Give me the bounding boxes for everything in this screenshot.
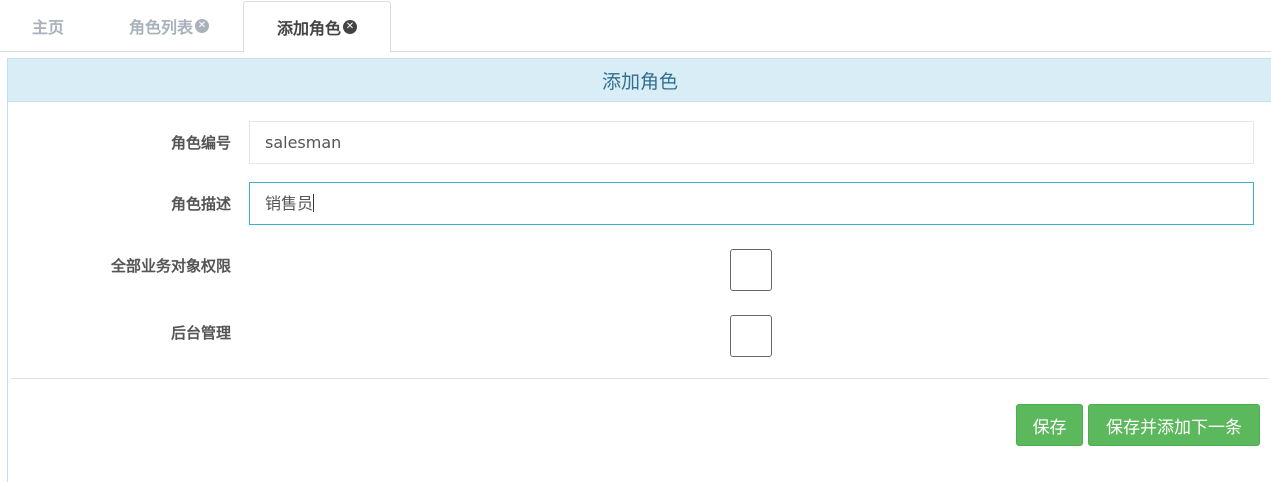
- role-code-label: 角色编号: [170, 134, 231, 152]
- save-and-add-next-button[interactable]: 保存并添加下一条: [1088, 404, 1260, 446]
- tab-role-list-label: 角色列表: [128, 18, 193, 37]
- tab-home-label: 主页: [31, 18, 64, 37]
- text-caret: [313, 194, 315, 212]
- tab-add-role[interactable]: 添加角色 ✕: [243, 1, 391, 53]
- role-code-input[interactable]: [249, 121, 1254, 164]
- form-divider: [11, 378, 1269, 379]
- panel-title: 添加角色: [8, 58, 1271, 102]
- add-role-panel: 添加角色 角色编号 角色描述 销售员 全部业务对象权限 后台管理 保存 保存并添…: [7, 58, 1271, 482]
- role-description-label: 角色描述: [170, 195, 231, 213]
- role-description-input[interactable]: 销售员: [249, 182, 1254, 225]
- backend-admin-checkbox[interactable]: [730, 315, 772, 357]
- role-description-value: 销售员: [265, 194, 314, 213]
- all-business-permission-checkbox[interactable]: [730, 249, 772, 291]
- tab-role-list[interactable]: 角色列表 ✕: [96, 0, 242, 52]
- close-icon[interactable]: ✕: [343, 20, 357, 34]
- save-button[interactable]: 保存: [1016, 404, 1083, 446]
- tab-home[interactable]: 主页: [0, 0, 96, 52]
- all-business-permission-label: 全部业务对象权限: [110, 257, 231, 275]
- tab-add-role-label: 添加角色: [276, 19, 341, 38]
- tab-bar: 主页 角色列表 ✕ 添加角色 ✕: [0, 0, 1271, 53]
- backend-admin-label: 后台管理: [170, 324, 231, 342]
- close-icon[interactable]: ✕: [195, 19, 209, 33]
